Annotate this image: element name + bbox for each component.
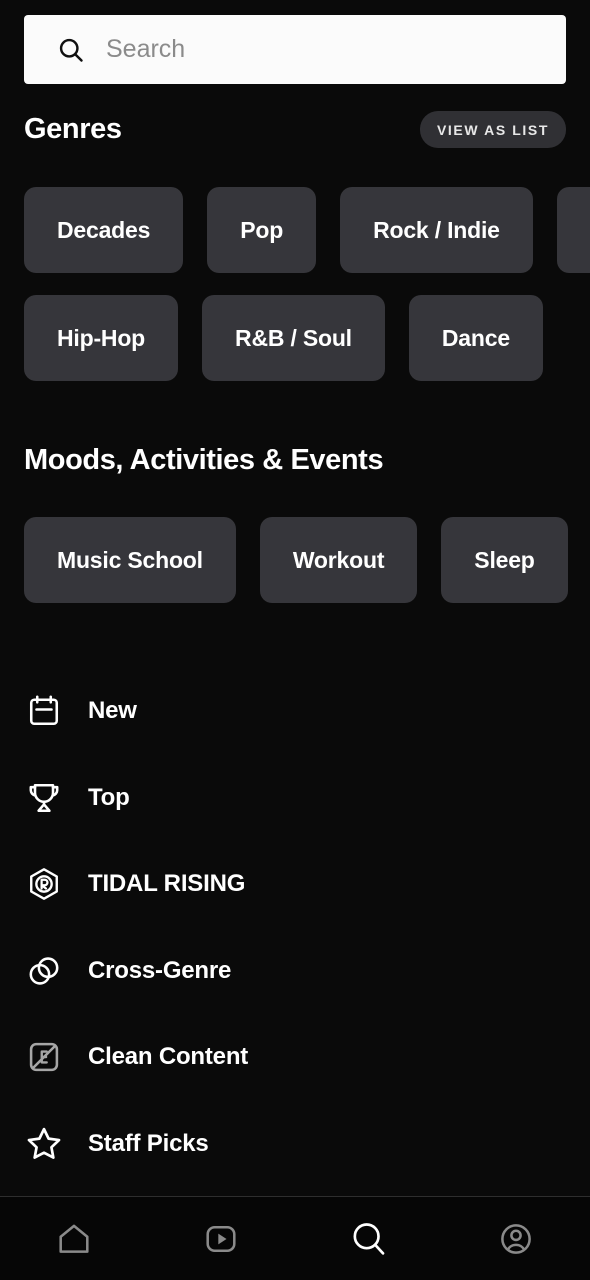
bottom-nav-videos[interactable] xyxy=(148,1197,296,1280)
genres-section-header: Genres xyxy=(24,113,122,146)
mood-chip-workout[interactable]: Workout xyxy=(259,517,418,603)
no-explicit-icon xyxy=(24,1037,64,1077)
nav-item-label: Clean Content xyxy=(88,1043,249,1071)
nav-item-staff-picks[interactable]: Staff Picks xyxy=(0,1101,590,1188)
calendar-icon xyxy=(24,691,64,731)
video-play-icon xyxy=(199,1217,243,1261)
nav-item-label: Staff Picks xyxy=(88,1129,209,1157)
moods-section-header: Moods, Activities & Events xyxy=(24,444,384,477)
genre-chip-rock-indie[interactable]: Rock / Indie xyxy=(340,187,533,273)
nav-item-clean-content[interactable]: Clean Content xyxy=(0,1014,590,1101)
bottom-nav-profile[interactable] xyxy=(443,1197,590,1280)
genre-chip-decades[interactable]: Decades xyxy=(24,187,184,273)
nav-item-label: Cross-Genre xyxy=(88,956,232,984)
search-icon xyxy=(56,35,86,65)
genre-chip-pop[interactable]: Pop xyxy=(207,187,317,273)
view-as-list-button[interactable]: VIEW AS LIST xyxy=(419,111,566,148)
search-bar[interactable] xyxy=(24,15,566,84)
home-icon xyxy=(52,1217,96,1261)
genre-chip-row-1[interactable]: Decades Pop Rock / Indie Country xyxy=(0,187,590,273)
genre-chip-row-2[interactable]: Hip-Hop R&B / Soul Dance xyxy=(0,295,590,381)
bottom-navigation-bar xyxy=(0,1196,590,1280)
page-title: Genres xyxy=(24,113,122,145)
user-circle-icon xyxy=(494,1217,538,1261)
bottom-nav-search[interactable] xyxy=(295,1197,443,1280)
nav-item-label: Top xyxy=(88,783,130,811)
star-icon xyxy=(24,1124,64,1164)
tidal-rising-icon xyxy=(24,864,64,904)
search-input[interactable] xyxy=(106,29,526,70)
nav-item-label: TIDAL RISING xyxy=(88,870,246,898)
mood-chip-music-school[interactable]: Music School xyxy=(24,517,236,603)
genre-chip-rnb-soul[interactable]: R&B / Soul xyxy=(202,295,385,381)
mood-chip-sleep[interactable]: Sleep xyxy=(441,517,568,603)
genre-chip-country[interactable]: Country xyxy=(556,187,590,273)
nav-item-label: New xyxy=(88,697,137,725)
moods-title: Moods, Activities & Events xyxy=(24,444,384,476)
genre-chip-hip-hop[interactable]: Hip-Hop xyxy=(24,295,179,381)
nav-item-top[interactable]: Top xyxy=(0,755,590,842)
overlapping-circles-icon xyxy=(24,951,64,991)
nav-item-new[interactable]: New xyxy=(0,668,590,755)
genre-chip-dance[interactable]: Dance xyxy=(408,295,543,381)
search-icon xyxy=(347,1217,391,1261)
nav-item-tidal-rising[interactable]: TIDAL RISING xyxy=(0,841,590,928)
nav-item-cross-genre[interactable]: Cross-Genre xyxy=(0,928,590,1015)
trophy-icon xyxy=(24,778,64,818)
bottom-nav-home[interactable] xyxy=(0,1197,148,1280)
browse-nav-list: New Top TIDAL RISING Cross-Genre Clean C… xyxy=(0,668,590,1187)
mood-chip-row-1[interactable]: Music School Workout Sleep xyxy=(0,517,590,603)
